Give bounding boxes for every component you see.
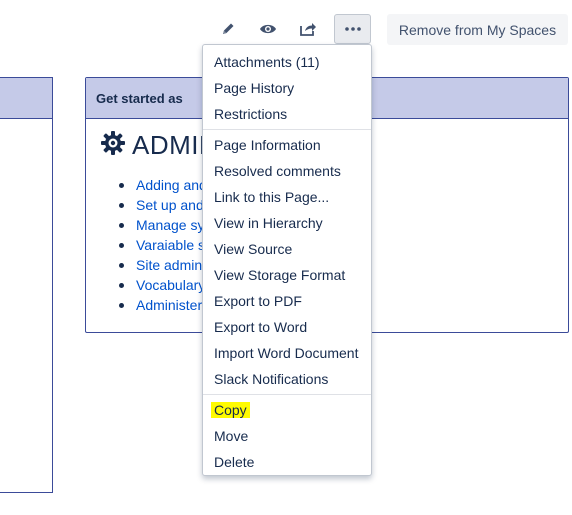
left-panel-header xyxy=(0,78,52,119)
gear-icon xyxy=(100,130,126,161)
menu-item-export-pdf[interactable]: Export to PDF xyxy=(203,288,371,314)
share-button[interactable] xyxy=(290,14,326,44)
menu-item-resolved-comments[interactable]: Resolved comments xyxy=(203,158,371,184)
menu-item-view-source[interactable]: View Source xyxy=(203,236,371,262)
menu-item-link-to-page[interactable]: Link to this Page... xyxy=(203,184,371,210)
left-panel xyxy=(0,77,53,493)
eye-icon xyxy=(259,22,277,36)
menu-item-move[interactable]: Move xyxy=(203,423,371,449)
admin-link[interactable]: Varaiable s xyxy=(119,235,207,255)
menu-item-view-in-hierarchy[interactable]: View in Hierarchy xyxy=(203,210,371,236)
share-icon xyxy=(299,21,317,37)
menu-item-import-word[interactable]: Import Word Document xyxy=(203,340,371,366)
remove-from-my-spaces-button[interactable]: Remove from My Spaces xyxy=(387,14,568,45)
menu-divider xyxy=(203,394,371,395)
menu-item-delete[interactable]: Delete xyxy=(203,449,371,475)
menu-item-export-word[interactable]: Export to Word xyxy=(203,314,371,340)
menu-item-page-information[interactable]: Page Information xyxy=(203,132,371,158)
menu-item-restrictions[interactable]: Restrictions xyxy=(203,101,371,127)
menu-divider xyxy=(203,129,371,130)
pencil-icon xyxy=(220,21,236,37)
menu-item-attachments[interactable]: Attachments (11) xyxy=(203,49,371,75)
admin-heading: ADMIN xyxy=(100,130,218,161)
menu-item-copy-label: Copy xyxy=(211,402,250,418)
edit-button[interactable] xyxy=(210,14,246,44)
admin-link[interactable]: Vocabulary xyxy=(119,275,207,295)
admin-link[interactable]: Administer xyxy=(119,295,207,315)
menu-item-page-history[interactable]: Page History xyxy=(203,75,371,101)
more-actions-button[interactable] xyxy=(334,14,371,44)
admin-links-list: Adding and Set up and Manage sy Varaiabl… xyxy=(119,175,207,315)
admin-link[interactable]: Manage sy xyxy=(119,215,207,235)
ellipsis-icon xyxy=(344,27,361,31)
admin-link[interactable]: Set up and xyxy=(119,195,207,215)
menu-item-slack-notifications[interactable]: Slack Notifications xyxy=(203,366,371,392)
admin-link[interactable]: Site admin xyxy=(119,255,207,275)
menu-item-view-storage-format[interactable]: View Storage Format xyxy=(203,262,371,288)
watch-button[interactable] xyxy=(250,14,286,44)
menu-item-copy[interactable]: Copy xyxy=(203,397,371,423)
more-actions-menu: Attachments (11) Page History Restrictio… xyxy=(202,44,372,476)
admin-link[interactable]: Adding and xyxy=(119,175,207,195)
